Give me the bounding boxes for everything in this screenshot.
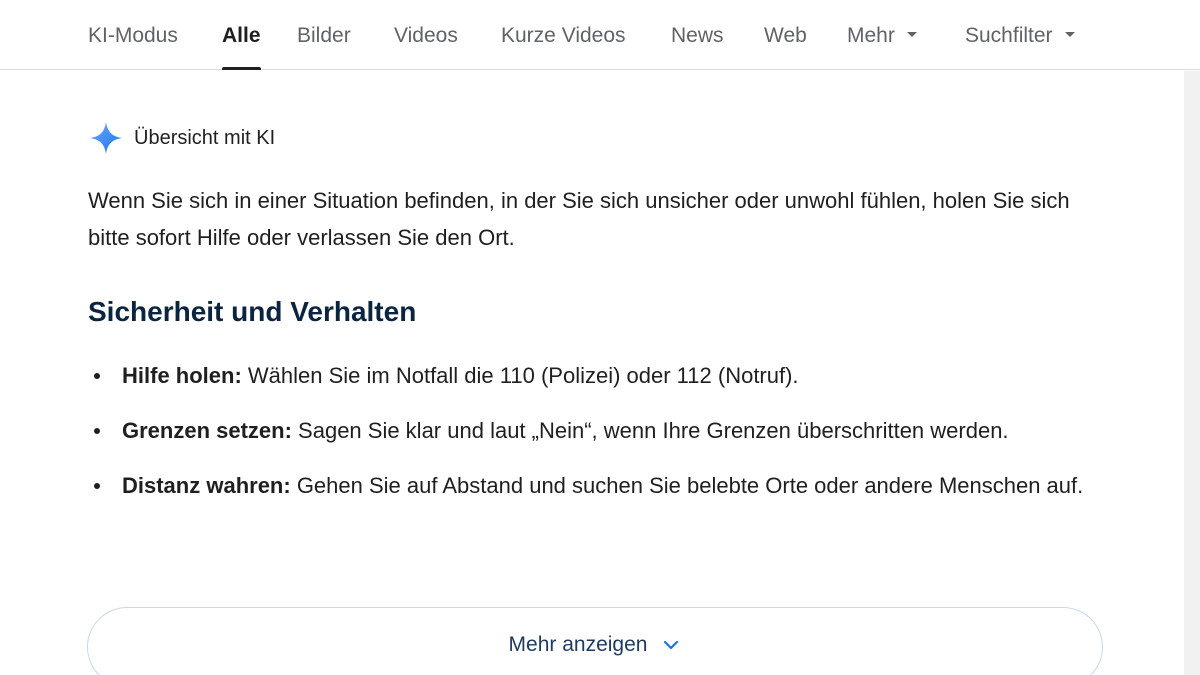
scrollbar[interactable]: [1184, 71, 1200, 675]
tab-alle[interactable]: Alle: [222, 24, 261, 70]
search-tabs: KI-Modus Alle Bilder Videos Kurze Videos…: [0, 0, 1200, 70]
list-item: Distanz wahren: Gehen Sie auf Abstand un…: [88, 468, 1088, 504]
tab-news[interactable]: News: [671, 24, 724, 70]
chevron-down-icon: [664, 640, 679, 650]
ai-overview-title: Übersicht mit KI: [134, 126, 276, 149]
section-title: Sicherheit und Verhalten: [88, 296, 417, 327]
tab-label: Suchfilter: [965, 24, 1053, 47]
bullet-dot: [94, 428, 100, 434]
show-more-content: Mehr anzeigen: [509, 630, 682, 660]
tab-ki-modus[interactable]: KI-Modus: [88, 24, 178, 70]
bullet-dot: [94, 373, 100, 379]
bullet-text: Sagen Sie klar und laut „Nein“, wenn Ihr…: [291, 418, 1009, 443]
bullet-heading: Grenzen setzen:: [122, 418, 292, 443]
ai-overview-header: Übersicht mit KI: [88, 120, 275, 156]
bullet-heading: Hilfe holen:: [122, 363, 242, 388]
search-results-page: KI-Modus Alle Bilder Videos Kurze Videos…: [0, 0, 1200, 675]
tab-label: Kurze Videos: [501, 24, 626, 47]
caret-down-icon: [1064, 31, 1075, 37]
sparkle-icon: [90, 122, 122, 154]
show-more-label: Mehr anzeigen: [508, 633, 648, 656]
bullet-heading: Distanz wahren:: [122, 473, 291, 498]
search-filter-button[interactable]: Suchfilter: [965, 24, 1075, 70]
list-item: Grenzen setzen: Sagen Sie klar und laut …: [88, 413, 1088, 449]
caret-down-icon: [906, 31, 917, 37]
tab-mehr[interactable]: Mehr: [847, 24, 917, 70]
tab-kurze-videos[interactable]: Kurze Videos: [501, 24, 626, 70]
list-item: Hilfe holen: Wählen Sie im Notfall die 1…: [88, 358, 1088, 394]
tab-web[interactable]: Web: [764, 24, 807, 70]
tab-label: Videos: [394, 24, 458, 47]
tab-label: Mehr: [847, 24, 895, 47]
tab-videos[interactable]: Videos: [394, 24, 458, 70]
bullet-dot: [94, 483, 100, 489]
tab-label: News: [671, 24, 724, 47]
tab-label: KI-Modus: [88, 24, 178, 47]
active-tab-indicator: [222, 67, 261, 70]
tips-list: Hilfe holen: Wählen Sie im Notfall die 1…: [88, 358, 1088, 523]
tab-bilder[interactable]: Bilder: [297, 24, 351, 70]
tab-label: Bilder: [297, 24, 351, 47]
ai-overview-intro: Wenn Sie sich in einer Situation befinde…: [88, 188, 1070, 250]
tab-label: Web: [764, 24, 807, 47]
bullet-text: Wählen Sie im Notfall die 110 (Polizei) …: [241, 363, 799, 388]
tab-label: Alle: [222, 24, 261, 47]
show-more-button[interactable]: Mehr anzeigen: [87, 607, 1103, 675]
bullet-text: Gehen Sie auf Abstand und suchen Sie bel…: [290, 473, 1084, 498]
